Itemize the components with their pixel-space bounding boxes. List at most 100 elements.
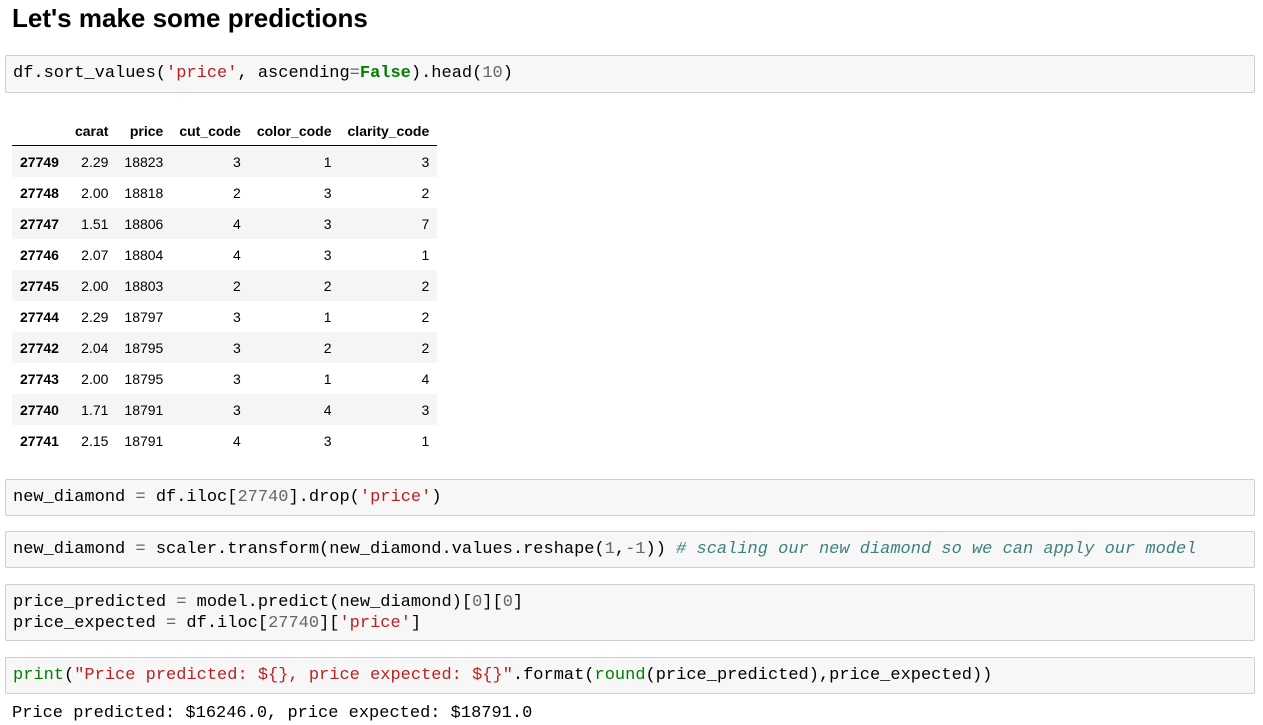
cell-price: 18795 bbox=[124, 370, 164, 387]
code-input[interactable]: df.sort_values('price', ascending=False)… bbox=[6, 56, 1254, 84]
code-cell-scaler-transform[interactable]: new_diamond = scaler.transform(new_diamo… bbox=[5, 531, 1255, 568]
cell-color-code: 1 bbox=[323, 153, 332, 170]
code-token: ].drop( bbox=[288, 488, 360, 507]
code-token: df.sort_values( bbox=[13, 64, 167, 83]
code-token: new_diamond bbox=[13, 488, 136, 507]
cell-carat: 2.00 bbox=[81, 277, 109, 294]
row-index: 27747 bbox=[20, 215, 59, 232]
cell-cut-code: 2 bbox=[233, 184, 241, 201]
cell-price: 18791 bbox=[124, 432, 164, 449]
code-operator: = bbox=[349, 64, 360, 83]
code-token: ( bbox=[64, 666, 75, 685]
cell-color-code: 2 bbox=[323, 277, 332, 294]
index-header bbox=[12, 116, 67, 146]
dataframe-output-table: carat price cut_code color_code clarity_… bbox=[12, 116, 438, 456]
cell-clarity-code: 4 bbox=[421, 370, 430, 387]
code-operator: = bbox=[166, 614, 177, 633]
cell-cut-code: 4 bbox=[233, 215, 241, 232]
cell-clarity-code: 1 bbox=[421, 246, 430, 263]
column-header-cut-code: cut_code bbox=[171, 116, 249, 146]
code-operator: = bbox=[135, 488, 146, 507]
cell-clarity-code: 2 bbox=[421, 339, 430, 356]
cell-clarity-code: 3 bbox=[421, 153, 430, 170]
row-index: 27744 bbox=[20, 308, 59, 325]
code-string: "Price predicted: ${}, price expected: $… bbox=[74, 666, 513, 685]
code-token: , ascending bbox=[237, 64, 350, 83]
code-token: df.iloc[ bbox=[176, 614, 269, 633]
code-token: model.predict(new_diamond)[ bbox=[186, 593, 473, 612]
code-token: ).head( bbox=[410, 64, 483, 83]
cell-color-code: 1 bbox=[323, 370, 332, 387]
table-row: 27749 2.29 18823 3 1 3 bbox=[12, 145, 438, 177]
code-token: scaler.transform(new_diamond.values.resh… bbox=[145, 540, 605, 559]
cell-carat: 2.00 bbox=[81, 184, 109, 201]
code-string: 'price' bbox=[166, 64, 238, 83]
row-index: 27741 bbox=[20, 432, 59, 449]
code-token: ] bbox=[512, 593, 524, 612]
cell-cut-code: 2 bbox=[233, 277, 241, 294]
table-row: 27746 2.07 18804 4 3 1 bbox=[12, 239, 438, 270]
cell-price: 18797 bbox=[124, 308, 164, 325]
code-keyword: False bbox=[359, 64, 411, 83]
code-input[interactable]: price_predicted = model.predict(new_diam… bbox=[6, 585, 1254, 634]
code-input[interactable]: print("Price predicted: ${}, price expec… bbox=[6, 658, 1254, 686]
code-input[interactable]: new_diamond = df.iloc[27740].drop('price… bbox=[6, 480, 1254, 508]
column-header-color-code: color_code bbox=[248, 116, 340, 146]
code-number: 27740 bbox=[268, 614, 320, 633]
cell-color-code: 3 bbox=[323, 246, 332, 263]
table-row: 27743 2.00 18795 3 1 4 bbox=[12, 363, 438, 394]
code-operator: = bbox=[135, 540, 146, 559]
cell-cut-code: 3 bbox=[233, 308, 241, 325]
code-token: ][ bbox=[319, 614, 340, 633]
code-number: 0 bbox=[502, 593, 513, 612]
cell-carat: 2.00 bbox=[81, 370, 109, 387]
table-header-row: carat price cut_code color_code clarity_… bbox=[12, 116, 438, 146]
cell-clarity-code: 2 bbox=[421, 184, 430, 201]
table-row: 27740 1.71 18791 3 4 3 bbox=[12, 394, 438, 425]
code-number: 27740 bbox=[237, 488, 289, 507]
code-comment: # scaling our new diamond so we can appl… bbox=[676, 540, 1197, 559]
cell-carat: 1.51 bbox=[81, 215, 109, 232]
section-heading: Let's make some predictions bbox=[12, 3, 368, 33]
table-row: 27744 2.29 18797 3 1 2 bbox=[12, 301, 438, 332]
cell-price: 18806 bbox=[124, 215, 164, 232]
cell-clarity-code: 7 bbox=[421, 215, 430, 232]
cell-carat: 2.15 bbox=[81, 432, 109, 449]
column-header-carat: carat bbox=[66, 116, 117, 146]
code-token: df.iloc[ bbox=[145, 488, 238, 507]
row-index: 27748 bbox=[20, 184, 59, 201]
cell-cut-code: 3 bbox=[233, 370, 241, 387]
code-cell-new-diamond[interactable]: new_diamond = df.iloc[27740].drop('price… bbox=[5, 479, 1255, 516]
code-number: 1 bbox=[604, 540, 615, 559]
cell-carat: 1.71 bbox=[81, 401, 109, 418]
code-cell-predict[interactable]: price_predicted = model.predict(new_diam… bbox=[5, 584, 1255, 641]
cell-price: 18791 bbox=[124, 401, 164, 418]
code-cell-sort-values[interactable]: df.sort_values('price', ascending=False)… bbox=[5, 55, 1255, 93]
row-index: 27745 bbox=[20, 277, 59, 294]
table-row: 27745 2.00 18803 2 2 2 bbox=[12, 270, 438, 301]
code-token: )) bbox=[645, 540, 677, 559]
cell-price: 18823 bbox=[124, 153, 164, 170]
column-header-clarity-code: clarity_code bbox=[339, 116, 438, 146]
code-builtin: print bbox=[13, 666, 65, 685]
cell-price: 18804 bbox=[124, 246, 164, 263]
code-token: new_diamond bbox=[13, 540, 136, 559]
cell-cut-code: 3 bbox=[233, 401, 241, 418]
row-index: 27749 bbox=[20, 153, 59, 170]
cell-price: 18803 bbox=[124, 277, 164, 294]
cell-carat: 2.07 bbox=[81, 246, 109, 263]
column-header-price: price bbox=[116, 116, 172, 146]
code-input[interactable]: new_diamond = scaler.transform(new_diamo… bbox=[6, 532, 1254, 560]
cell-carat: 2.29 bbox=[81, 308, 109, 325]
cell-color-code: 4 bbox=[323, 401, 332, 418]
code-string: 'price' bbox=[339, 614, 411, 633]
code-cell-print[interactable]: print("Price predicted: ${}, price expec… bbox=[5, 657, 1255, 694]
code-token: ] bbox=[410, 614, 422, 633]
cell-cut-code: 4 bbox=[233, 246, 241, 263]
cell-cut-code: 3 bbox=[233, 153, 241, 170]
code-token: price_expected bbox=[13, 614, 167, 633]
cell-color-code: 1 bbox=[323, 308, 332, 325]
code-number: 0 bbox=[472, 593, 483, 612]
cell-cut-code: 4 bbox=[233, 432, 241, 449]
cell-color-code: 3 bbox=[323, 184, 332, 201]
